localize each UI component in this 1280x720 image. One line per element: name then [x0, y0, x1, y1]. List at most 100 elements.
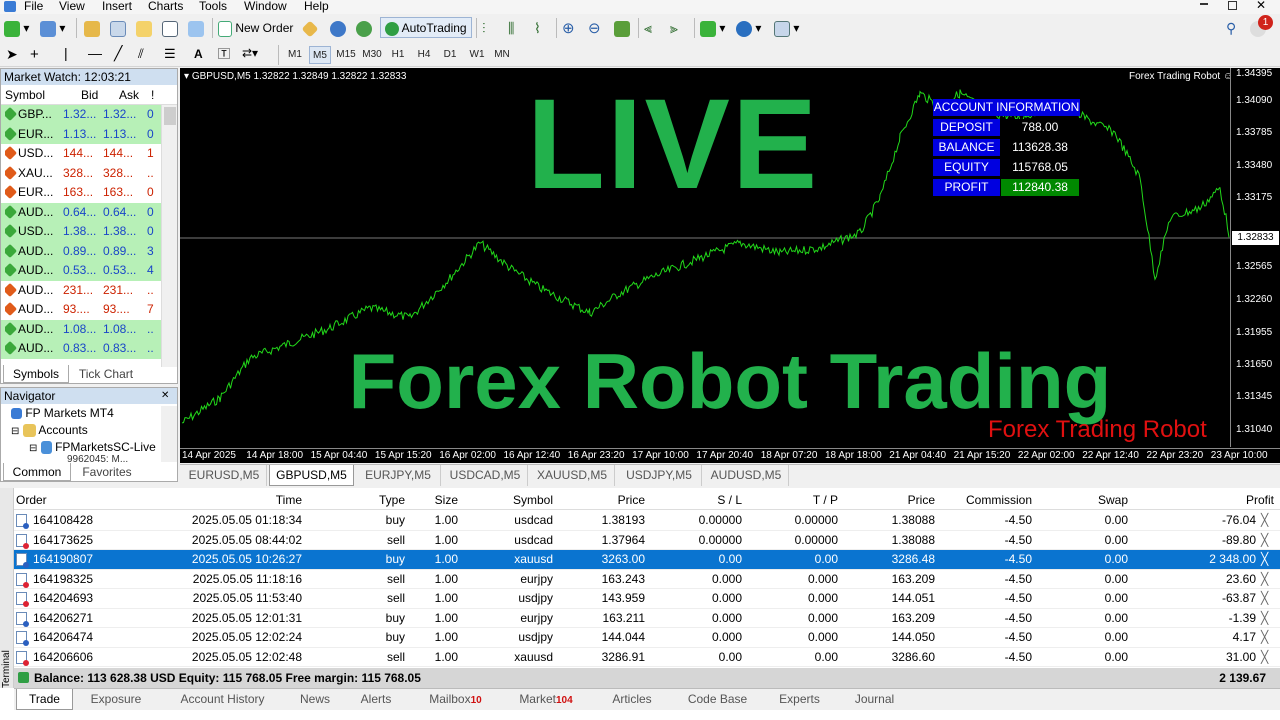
zoom-out-button[interactable]: ⊖	[588, 18, 601, 39]
menu-tools[interactable]: Tools	[199, 0, 227, 13]
menu-file[interactable]: File	[24, 0, 43, 13]
mw-row[interactable]: AUD... 0.53... 0.53... 4	[1, 261, 177, 281]
zoom-in-button[interactable]: ⊕	[562, 18, 575, 39]
metaeditor-button[interactable]	[301, 18, 319, 39]
close-order-icon[interactable]: ╳	[1261, 553, 1274, 566]
terminal-tab-alerts[interactable]: Alerts	[344, 689, 408, 710]
terminal-tab-news[interactable]: News	[290, 689, 340, 710]
signals-button[interactable]	[330, 18, 346, 39]
minimize-icon[interactable]	[1200, 3, 1208, 5]
data-window-button[interactable]	[110, 18, 126, 39]
bar-chart-button[interactable]: ⫶	[482, 18, 486, 39]
close-icon[interactable]: ✕	[1256, 0, 1266, 12]
chart-tab[interactable]: USDCAD,M5	[443, 465, 528, 486]
chart-tab[interactable]: GBPUSD,M5	[269, 465, 354, 486]
nav-scrollbar[interactable]	[161, 406, 177, 462]
chart-tab[interactable]: USDJPY,M5	[617, 465, 702, 486]
col-price-header[interactable]: Price	[908, 493, 935, 507]
indicators-button[interactable]: ▾	[700, 18, 725, 39]
tf-w1[interactable]: W1	[466, 46, 488, 64]
nav-item-accounts[interactable]: ⊟ Accounts	[11, 423, 88, 438]
notifications-button[interactable]: 1	[1250, 15, 1273, 39]
mw-row[interactable]: AUD... 0.64... 0.64... 0	[1, 202, 177, 222]
terminal-tab-account-history[interactable]: Account History	[159, 689, 286, 710]
chart-window[interactable]: ▾ GBPUSD,M5 1.32822 1.32849 1.32822 1.32…	[180, 68, 1280, 463]
chart-tab[interactable]: EURUSD,M5	[182, 465, 267, 486]
restore-icon[interactable]	[1228, 1, 1237, 10]
periods-button[interactable]: ▾	[736, 18, 761, 39]
terminal-tab-market[interactable]: Market104	[503, 689, 589, 710]
terminal-button[interactable]	[162, 18, 178, 39]
col-ask[interactable]: Ask	[119, 85, 139, 105]
col-spread[interactable]: !	[151, 85, 154, 105]
col-profit-header[interactable]: Profit	[1246, 493, 1274, 507]
close-order-icon[interactable]: ╳	[1261, 572, 1274, 586]
order-row[interactable]: 164204693 2025.05.05 11:53:40 sell 1.00 usdj…	[14, 589, 1280, 609]
mw-row[interactable]: AUD... 93.... 93.... 7	[1, 300, 177, 320]
order-row[interactable]: 164198325 2025.05.05 11:18:16 sell 1.00 eurj…	[14, 570, 1280, 589]
col-symbol-header[interactable]: Symbol	[513, 493, 553, 507]
templates-button[interactable]: ▾	[774, 18, 799, 39]
close-order-icon[interactable]: ╳	[1261, 631, 1274, 644]
tf-d1[interactable]: D1	[439, 46, 461, 64]
close-order-icon[interactable]: ╳	[1261, 514, 1274, 527]
autoscroll-button[interactable]: ⫷	[644, 18, 652, 39]
mw-row[interactable]: AUD... 231... 231.....	[1, 280, 177, 300]
chart-shift-button[interactable]: ⫸	[670, 18, 678, 39]
new-order-button[interactable]: New Order	[218, 18, 293, 39]
menu-charts[interactable]: Charts	[148, 0, 183, 13]
fibonacci-icon[interactable]: ☰	[164, 43, 176, 64]
tab-symbols[interactable]: Symbols	[3, 365, 69, 383]
tf-m1[interactable]: M1	[284, 46, 306, 64]
col-time-header[interactable]: Time	[276, 493, 302, 507]
terminal-tab-experts[interactable]: Experts	[764, 689, 835, 710]
nav-item-server[interactable]: ⊟ FPMarketsSC-Live	[29, 440, 156, 455]
mw-row[interactable]: XAU... 328... 328.....	[1, 163, 177, 183]
menu-window[interactable]: Window	[244, 0, 287, 13]
close-order-icon[interactable]: ╳	[1261, 611, 1274, 625]
tf-h4[interactable]: H4	[413, 46, 435, 64]
mw-row[interactable]: AUD... 0.89... 0.89... 3	[1, 241, 177, 261]
chart-tab[interactable]: EURJPY,M5	[356, 465, 441, 486]
profiles-button[interactable]: ▾	[40, 18, 65, 39]
terminal-tab-code-base[interactable]: Code Base	[675, 689, 760, 710]
tab-favorites[interactable]: Favorites	[73, 463, 141, 481]
tf-m30[interactable]: M30	[360, 46, 384, 64]
mw-row[interactable]: AUD... 0.83... 0.83.....	[1, 339, 177, 359]
navigator-button[interactable]	[136, 18, 152, 39]
arrows-icon[interactable]: ⇄▾	[242, 43, 258, 64]
tf-mn[interactable]: MN	[491, 46, 513, 64]
autotrading-button[interactable]: AutoTrading	[380, 17, 472, 38]
col-swap-header[interactable]: Swap	[1098, 493, 1128, 507]
close-order-icon[interactable]: ╳	[1261, 592, 1274, 605]
order-row[interactable]: 164173625 2025.05.05 08:44:02 sell 1.00 usdc…	[14, 531, 1280, 550]
col-commission-header[interactable]: Commission	[966, 493, 1032, 507]
mw-scrollbar[interactable]	[161, 105, 177, 367]
order-row[interactable]: 164206271 2025.05.05 12:01:31 buy 1.00 eurjp…	[14, 609, 1280, 628]
mw-row[interactable]: GBP... 1.32... 1.32... 0	[1, 105, 177, 125]
col-bid[interactable]: Bid	[81, 85, 98, 105]
channel-icon[interactable]: ⫽	[138, 43, 144, 64]
trendline-icon[interactable]: ╱	[114, 43, 122, 64]
col-tp-header[interactable]: T / P	[813, 493, 838, 507]
chart-tab[interactable]: AUDUSD,M5	[704, 465, 789, 486]
tf-h1[interactable]: H1	[387, 46, 409, 64]
tab-tick-chart[interactable]: Tick Chart	[71, 365, 141, 383]
col-sl-header[interactable]: S / L	[717, 493, 742, 507]
nav-item-account[interactable]: 9962045: M...	[67, 454, 128, 462]
col-order-header[interactable]: Order	[16, 493, 47, 507]
order-row[interactable]: 164108428 2025.05.05 01:18:34 buy 1.00 usdca…	[14, 511, 1280, 531]
col-symbol[interactable]: Symbol	[5, 85, 45, 105]
new-chart-button[interactable]: ▾	[4, 18, 29, 39]
terminal-tab-articles[interactable]: Articles	[593, 689, 671, 710]
col-size-header[interactable]: Size	[435, 493, 458, 507]
navigator-close-icon[interactable]: ✕	[161, 390, 169, 401]
text-label-icon[interactable]: 🅃	[218, 44, 230, 65]
tab-common[interactable]: Common	[3, 463, 71, 481]
terminal-tab-trade[interactable]: Trade	[16, 689, 73, 710]
terminal-tab-exposure[interactable]: Exposure	[77, 689, 155, 710]
order-row[interactable]: 164206606 2025.05.05 12:02:48 sell 1.00 xauu…	[14, 648, 1280, 667]
close-order-icon[interactable]: ╳	[1261, 650, 1274, 664]
tf-m5[interactable]: M5	[309, 46, 331, 64]
market-watch-button[interactable]	[84, 18, 100, 39]
